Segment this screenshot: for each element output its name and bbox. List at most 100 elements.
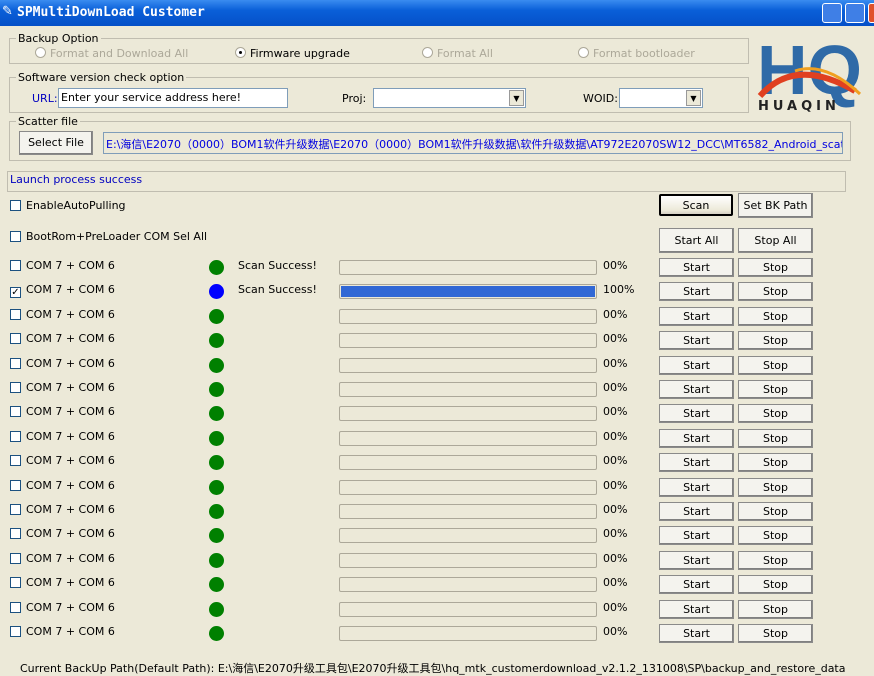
checkbox-icon	[10, 552, 21, 564]
select-file-button[interactable]: Select File	[19, 131, 93, 155]
radio-format-all[interactable]: Format All	[422, 47, 493, 60]
proj-select[interactable]: ▼	[373, 88, 526, 108]
port-row-checkbox[interactable]: COM 7 + COM 6	[10, 381, 115, 394]
port-percent: 00%	[603, 551, 628, 565]
port-progress-bar	[339, 382, 597, 397]
port-row-checkbox[interactable]: COM 7 + COM 6	[10, 454, 115, 467]
port-stop-button[interactable]: Stop	[738, 477, 813, 497]
port-start-button[interactable]: Start	[659, 380, 734, 399]
port-progress-bar	[339, 333, 597, 349]
port-start-button[interactable]: Start	[659, 258, 734, 277]
port-row-checkbox[interactable]: ✓ COM 7 + COM 6	[10, 283, 115, 299]
port-stop-button[interactable]: Stop	[738, 599, 813, 619]
port-start-button[interactable]: Start	[659, 575, 734, 595]
port-progress-bar	[339, 577, 597, 593]
close-button[interactable]	[868, 3, 874, 23]
radio-firmware-upgrade[interactable]: Firmware upgrade	[235, 47, 350, 60]
port-row-checkbox[interactable]: COM 7 + COM 6	[10, 576, 115, 589]
woid-select[interactable]: ▼	[619, 88, 703, 108]
port-progress-bar	[339, 357, 597, 373]
port-stop-button[interactable]: Stop	[738, 355, 813, 375]
port-row-checkbox[interactable]: COM 7 + COM 6	[10, 479, 115, 492]
radio-icon	[35, 47, 46, 58]
port-row-checkbox[interactable]: COM 7 + COM 6	[10, 332, 115, 345]
checkbox-icon	[10, 455, 21, 467]
port-row-checkbox[interactable]: COM 7 + COM 6	[10, 552, 115, 565]
radio-format-bootloader[interactable]: Format bootloader	[578, 47, 695, 60]
port-percent: 00%	[603, 381, 628, 394]
port-status-dot	[209, 601, 224, 617]
title-bar: ✎ SPMultiDownLoad Customer	[0, 0, 874, 26]
port-label: COM 7 + COM 6	[26, 356, 115, 370]
radio-format-download-all[interactable]: Format and Download All	[35, 47, 188, 60]
port-start-button[interactable]: Start	[659, 355, 734, 375]
port-stop-button[interactable]: Stop	[738, 453, 813, 473]
port-start-button[interactable]: Start	[659, 599, 734, 619]
checkbox-icon	[10, 231, 21, 242]
port-stop-button[interactable]: Stop	[738, 550, 813, 570]
port-stop-button[interactable]: Stop	[738, 258, 813, 277]
port-label: COM 7 + COM 6	[26, 283, 115, 297]
port-start-button[interactable]: Start	[659, 526, 734, 546]
start-all-button[interactable]: Start All	[659, 228, 734, 253]
port-status-dot	[209, 626, 224, 641]
checkbox-icon	[10, 200, 21, 211]
port-status-dot	[209, 430, 224, 446]
port-stop-button[interactable]: Stop	[738, 380, 813, 399]
port-stop-button[interactable]: Stop	[738, 575, 813, 595]
port-start-button[interactable]: Start	[659, 502, 734, 521]
port-row-checkbox[interactable]: COM 7 + COM 6	[10, 430, 115, 443]
url-input[interactable]: Enter your service address here!	[58, 88, 288, 108]
port-progress-bar	[339, 552, 597, 568]
set-bk-path-button[interactable]: Set BK Path	[738, 193, 813, 218]
port-start-button[interactable]: Start	[659, 331, 734, 351]
port-stop-button[interactable]: Stop	[738, 526, 813, 546]
chevron-down-icon: ▼	[509, 90, 524, 106]
port-start-button[interactable]: Start	[659, 624, 734, 643]
minimize-button[interactable]	[822, 3, 842, 23]
port-percent: 00%	[603, 600, 628, 614]
port-row-checkbox[interactable]: COM 7 + COM 6	[10, 503, 115, 516]
port-status-dot	[209, 406, 224, 422]
port-row-checkbox[interactable]: COM 7 + COM 6	[10, 357, 115, 370]
port-stop-button[interactable]: Stop	[738, 502, 813, 521]
port-row-checkbox[interactable]: COM 7 + COM 6	[10, 601, 115, 614]
port-progress-bar	[339, 504, 597, 519]
port-stop-button[interactable]: Stop	[738, 306, 813, 326]
stop-all-button[interactable]: Stop All	[738, 228, 813, 253]
port-progress-bar	[339, 406, 597, 422]
checkbox-icon	[10, 333, 21, 345]
port-row-checkbox[interactable]: COM 7 + COM 6	[10, 405, 115, 418]
port-progress-bar	[339, 479, 597, 495]
port-stop-button[interactable]: Stop	[738, 331, 813, 351]
port-start-button[interactable]: Start	[659, 453, 734, 473]
app-icon: ✎	[2, 4, 13, 19]
port-percent: 00%	[603, 429, 628, 443]
port-start-button[interactable]: Start	[659, 477, 734, 497]
port-row-checkbox[interactable]: COM 7 + COM 6	[10, 259, 115, 272]
port-stop-button[interactable]: Stop	[738, 428, 813, 448]
port-status-dot	[209, 455, 224, 471]
port-start-button[interactable]: Start	[659, 282, 734, 302]
port-stop-button[interactable]: Stop	[738, 282, 813, 302]
port-status-dot	[209, 382, 224, 397]
port-row-checkbox[interactable]: COM 7 + COM 6	[10, 527, 115, 540]
scatter-file-legend: Scatter file	[18, 115, 78, 128]
port-start-button[interactable]: Start	[659, 306, 734, 326]
bootrom-sel-all-checkbox[interactable]: BootRom+PreLoader COM Sel All	[10, 230, 207, 243]
checkbox-icon	[10, 430, 21, 442]
port-label: COM 7 + COM 6	[26, 307, 115, 321]
backup-option-legend: Backup Option	[18, 32, 99, 45]
scan-button[interactable]: Scan	[659, 194, 733, 216]
maximize-button[interactable]	[845, 3, 865, 23]
port-start-button[interactable]: Start	[659, 428, 734, 448]
port-start-button[interactable]: Start	[659, 404, 734, 424]
port-stop-button[interactable]: Stop	[738, 404, 813, 424]
port-start-button[interactable]: Start	[659, 550, 734, 570]
window-title: SPMultiDownLoad Customer	[17, 5, 205, 20]
port-row-checkbox[interactable]: COM 7 + COM 6	[10, 308, 115, 321]
port-row-checkbox[interactable]: COM 7 + COM 6	[10, 625, 115, 638]
port-label: COM 7 + COM 6	[26, 600, 115, 614]
port-stop-button[interactable]: Stop	[738, 624, 813, 643]
enable-auto-pulling-checkbox[interactable]: EnableAutoPulling	[10, 199, 126, 212]
